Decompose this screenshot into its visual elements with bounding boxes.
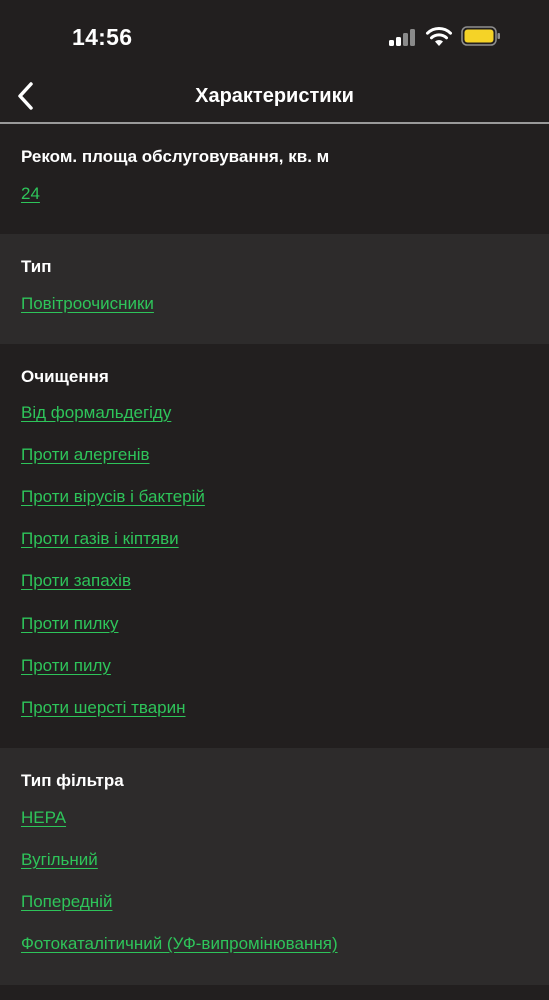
value-link[interactable]: Вугільний xyxy=(21,850,98,870)
value-link[interactable]: 24 xyxy=(21,184,40,204)
page-title: Характеристики xyxy=(195,85,354,107)
section-area: Реком. площа обслуговування, кв. м 24 xyxy=(0,124,549,234)
value-link[interactable]: Проти алергенів xyxy=(21,445,150,465)
value-link[interactable]: Проти пилу xyxy=(21,656,111,676)
section-title: Очищення xyxy=(21,367,109,386)
section-cleaning: Очищення Від формальдегіду Проти алерген… xyxy=(0,344,549,748)
status-time: 14:56 xyxy=(72,24,133,50)
battery-icon xyxy=(461,26,500,46)
navigation-bar: Характеристики xyxy=(0,75,549,123)
status-bar: 14:56 xyxy=(0,0,549,75)
section-title: Реком. площа обслуговування, кв. м xyxy=(21,147,330,166)
value-link[interactable]: Проти шерсті тварин xyxy=(21,698,186,718)
section-title: Тип фільтра xyxy=(21,771,124,790)
wifi-icon xyxy=(426,27,452,46)
section-filter-type: Тип фільтра HEPA Вугільний Попередній Фо… xyxy=(0,748,549,985)
section-type: Тип Повітроочисники xyxy=(0,234,549,344)
value-link[interactable]: Проти вірусів і бактерій xyxy=(21,487,205,507)
value-link[interactable]: Попередній xyxy=(21,892,112,912)
value-link[interactable]: Від формальдегіду xyxy=(21,403,171,423)
value-link[interactable]: Повітроочисники xyxy=(21,294,154,314)
value-link[interactable]: Проти газів і кіптяви xyxy=(21,529,179,549)
cellular-signal-icon xyxy=(389,28,419,46)
section-title: Тип xyxy=(21,257,52,276)
value-link[interactable]: Проти запахів xyxy=(21,571,131,591)
value-link[interactable]: HEPA xyxy=(21,808,66,828)
value-link[interactable]: Проти пилку xyxy=(21,614,119,634)
value-link[interactable]: Фотокаталітичний (УФ-випромінювання) xyxy=(21,934,338,954)
